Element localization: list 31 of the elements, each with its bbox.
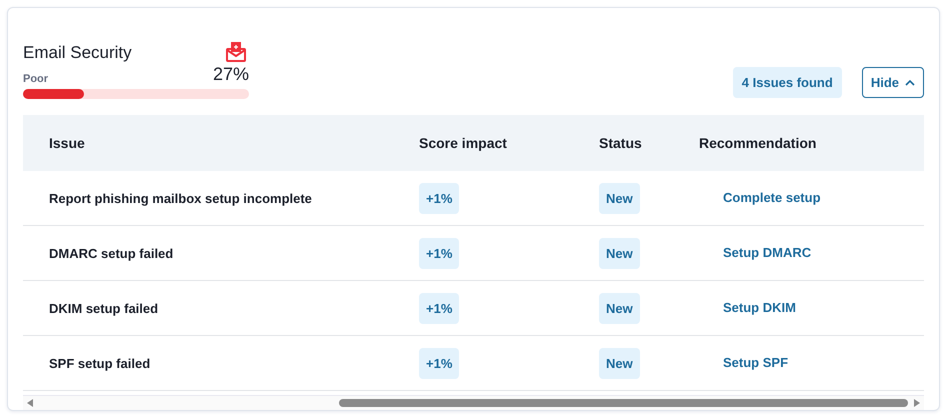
issue-cell-text: Report phishing mailbox setup incomplete [49, 190, 313, 206]
recommendation-link[interactable]: Setup DMARC [723, 245, 812, 260]
recommendation-link[interactable]: Complete setup [723, 190, 821, 205]
column-header: Status [599, 135, 643, 151]
issue-cell-text: DKIM setup failed [49, 300, 160, 316]
caret-icon [905, 80, 915, 86]
impact-tag: +1% [419, 348, 460, 378]
issue-cell-text: DMARC setup failed [49, 246, 174, 260]
column-header: Score impact [419, 135, 508, 151]
recommendation-link[interactable]: Setup DKIM [723, 300, 796, 315]
envelope-icon [225, 41, 247, 63]
left-arrow-icon[interactable] [27, 399, 33, 407]
column-header: Issue [49, 135, 86, 151]
card-title: Email Security [23, 43, 132, 63]
hide-button[interactable]: Hide [862, 67, 924, 98]
status-tag: New [599, 182, 640, 214]
impact-tag: +1% [419, 182, 460, 214]
recommendation-link[interactable]: Setup SPF [723, 355, 788, 370]
column-header: Recommendation [699, 135, 818, 151]
status-tag: New [599, 348, 640, 378]
horizontal-scrollbar[interactable] [23, 395, 924, 410]
issue-cell-text: SPF setup failed [49, 356, 152, 370]
impact-tag: +1% [419, 238, 460, 268]
rating-label: Poor [23, 73, 48, 85]
status-tag: New [599, 292, 640, 324]
impact-tag: +1% [419, 292, 460, 324]
right-arrow-icon[interactable] [914, 399, 920, 407]
score-percentage: 27% [212, 64, 249, 85]
scrollbar-thumb[interactable] [339, 399, 908, 407]
issues-badge: 4 Issues found [732, 67, 842, 98]
status-tag: New [599, 238, 640, 268]
